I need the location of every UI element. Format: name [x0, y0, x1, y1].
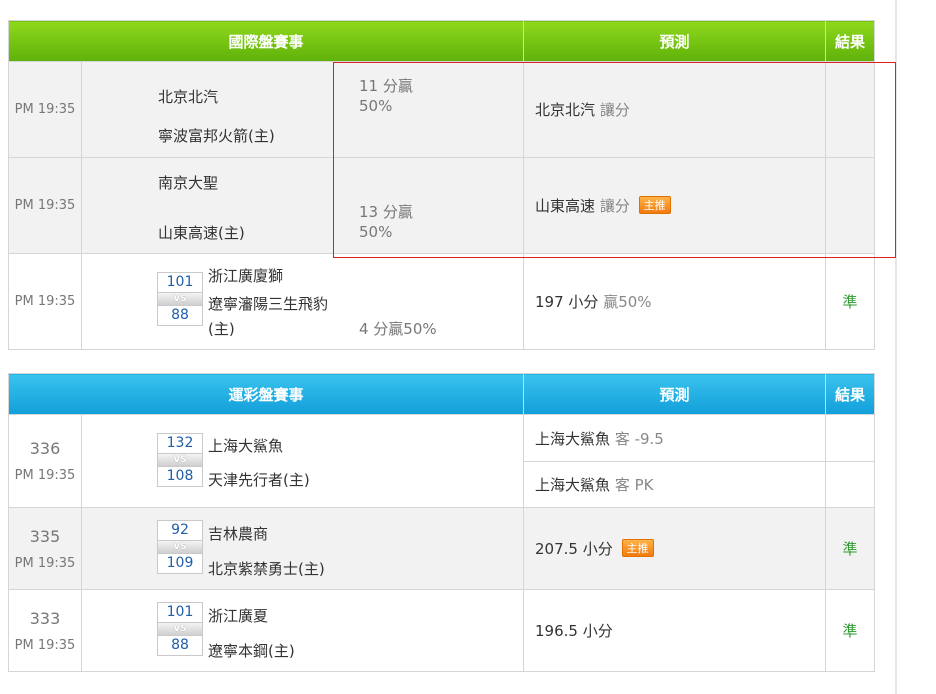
- match-column-header: 國際盤賽事: [7, 20, 525, 62]
- match-number: 336: [29, 439, 61, 458]
- away-team-name: 南京大聖: [158, 174, 219, 192]
- prediction-total: 197 小分: [535, 293, 599, 311]
- spread-percent: 50%: [359, 97, 393, 115]
- away-team-name: 浙江廣廈獅: [208, 267, 284, 285]
- prediction-cell: 北京北汽 讓分: [523, 61, 827, 158]
- home-score: 88: [157, 635, 203, 656]
- away-team-name: 上海大鯊魚: [208, 437, 284, 455]
- table-row: 335 PM 19:35 92 VS 109 吉林農商 北京紫禁勇士(主) 20…: [8, 507, 876, 590]
- result-cell: [825, 461, 876, 508]
- prediction-type: 讓分: [599, 101, 630, 119]
- result-cell: [825, 157, 876, 254]
- lottery-matches-table: 運彩盤賽事 預測 結果 336 PM 19:35 132 VS 108 上海大鯊…: [7, 373, 876, 672]
- match-column-header: 運彩盤賽事: [7, 373, 525, 415]
- home-team-suffix: (主): [208, 320, 235, 338]
- prediction-cell: 196.5 小分: [523, 589, 827, 672]
- vs-label: VS: [157, 293, 203, 305]
- spread-value: 4 分贏50%: [359, 320, 437, 338]
- table-row: PM 19:35 南京大聖 山東高速(主) 13 分贏 50% 山東高速 讓分 …: [8, 157, 876, 254]
- home-team-name: 寧波富邦火箭(主): [158, 127, 275, 145]
- home-team-name: 遼寧本鋼(主): [208, 642, 295, 660]
- result-cell: [825, 61, 876, 158]
- away-score: 101: [157, 602, 203, 623]
- spread-value: 11 分贏: [359, 77, 413, 95]
- match-time-cell: 336 PM 19:35: [8, 414, 82, 508]
- match-time: PM 19:35: [14, 637, 76, 653]
- vs-label: VS: [157, 623, 203, 635]
- match-teams: 101 VS 88 浙江廣夏 遼寧本鋼(主): [80, 589, 525, 672]
- prediction-team: 上海大鯊魚: [535, 476, 611, 494]
- match-number: 333: [29, 608, 61, 628]
- score-box: 92 VS 109: [157, 520, 203, 574]
- match-time-cell: 335 PM 19:35: [8, 507, 82, 590]
- table-row: 336 PM 19:35 132 VS 108 上海大鯊魚 天津先行者(主) 上…: [8, 414, 876, 508]
- prediction-type: 客 -9.5: [614, 429, 664, 448]
- spread-value: 13 分贏: [359, 203, 413, 221]
- vs-label: VS: [157, 454, 203, 466]
- score-box: 101 VS 88: [157, 602, 203, 656]
- score-box: 101 VS 88: [157, 272, 203, 326]
- match-number: 335: [29, 526, 61, 546]
- prediction-column-header: 預測: [523, 20, 827, 62]
- home-team-name: 北京紫禁勇士(主): [208, 560, 325, 578]
- prediction-cell: 197 小分 贏50%: [523, 253, 827, 350]
- home-score: 108: [157, 466, 203, 487]
- home-score: 88: [157, 305, 203, 326]
- match-teams: 101 VS 88 浙江廣廈獅 遼寧瀋陽三生飛豹 (主) 4 分贏50%: [80, 253, 525, 350]
- prediction-total: 207.5 小分: [535, 540, 613, 558]
- score-box: 132 VS 108: [157, 433, 203, 487]
- home-team-name: 遼寧瀋陽三生飛豹: [208, 295, 329, 313]
- match-teams: 北京北汽 寧波富邦火箭(主) 11 分贏 50%: [80, 61, 525, 158]
- away-team-name: 浙江廣夏: [208, 607, 269, 625]
- match-teams: 92 VS 109 吉林農商 北京紫禁勇士(主): [80, 507, 525, 590]
- table-row: PM 19:35 101 VS 88 浙江廣廈獅 遼寧瀋陽三生飛豹 (主) 4 …: [8, 253, 876, 350]
- prediction-type: 讓分: [599, 197, 630, 215]
- prediction-team: 山東高速: [535, 197, 596, 215]
- home-team-name: 天津先行者(主): [208, 471, 310, 489]
- prediction-extra: 贏50%: [603, 293, 652, 311]
- match-teams: 南京大聖 山東高速(主) 13 分贏 50%: [80, 157, 525, 254]
- spread-percent: 50%: [359, 223, 393, 241]
- prediction-team: 北京北汽: [535, 101, 596, 119]
- away-team-name: 北京北汽: [158, 88, 219, 106]
- prediction-column-header: 預測: [523, 373, 827, 415]
- prediction-cell: 207.5 小分 主推: [523, 507, 827, 590]
- result-cell: 準: [825, 253, 876, 350]
- match-time: PM 19:35: [14, 555, 76, 571]
- match-time: PM 19:35: [14, 468, 76, 483]
- prediction-cell: 山東高速 讓分 主推: [523, 157, 827, 254]
- match-time: PM 19:35: [8, 61, 82, 158]
- prediction-cell: 上海大鯊魚 客 -9.5: [523, 414, 827, 462]
- international-header-row: 國際盤賽事 預測 結果: [7, 20, 876, 62]
- table-row: 333 PM 19:35 101 VS 88 浙江廣夏 遼寧本鋼(主) 196.…: [8, 589, 876, 672]
- prediction-type: 客 PK: [614, 476, 654, 494]
- result-column-header: 結果: [825, 20, 876, 62]
- home-score: 109: [157, 553, 203, 574]
- match-time: PM 19:35: [8, 253, 82, 350]
- vs-label: VS: [157, 541, 203, 553]
- featured-badge: 主推: [638, 196, 671, 214]
- home-team-name: 山東高速(主): [158, 224, 245, 242]
- international-matches-table: 國際盤賽事 預測 結果 PM 19:35 北京北汽 寧波富邦火箭(主) 11 分…: [7, 20, 876, 350]
- prediction-cell: 上海大鯊魚 客 PK: [523, 461, 827, 508]
- away-score: 132: [157, 433, 203, 454]
- match-time-cell: 333 PM 19:35: [8, 589, 82, 672]
- result-cell: 準: [825, 589, 876, 672]
- match-time: PM 19:35: [8, 157, 82, 254]
- away-score: 101: [157, 272, 203, 293]
- page-right-rule: [895, 0, 897, 694]
- result-cell: [825, 414, 876, 462]
- away-score: 92: [157, 520, 203, 541]
- away-team-name: 吉林農商: [208, 525, 269, 543]
- table-row: PM 19:35 北京北汽 寧波富邦火箭(主) 11 分贏 50% 北京北汽 讓…: [8, 61, 876, 158]
- result-cell: 準: [825, 507, 876, 590]
- featured-badge: 主推: [621, 539, 654, 557]
- match-teams: 132 VS 108 上海大鯊魚 天津先行者(主): [80, 414, 525, 508]
- lottery-header-row: 運彩盤賽事 預測 結果: [7, 373, 876, 415]
- prediction-total: 196.5 小分: [535, 622, 613, 640]
- result-column-header: 結果: [825, 373, 876, 415]
- prediction-team: 上海大鯊魚: [535, 429, 611, 448]
